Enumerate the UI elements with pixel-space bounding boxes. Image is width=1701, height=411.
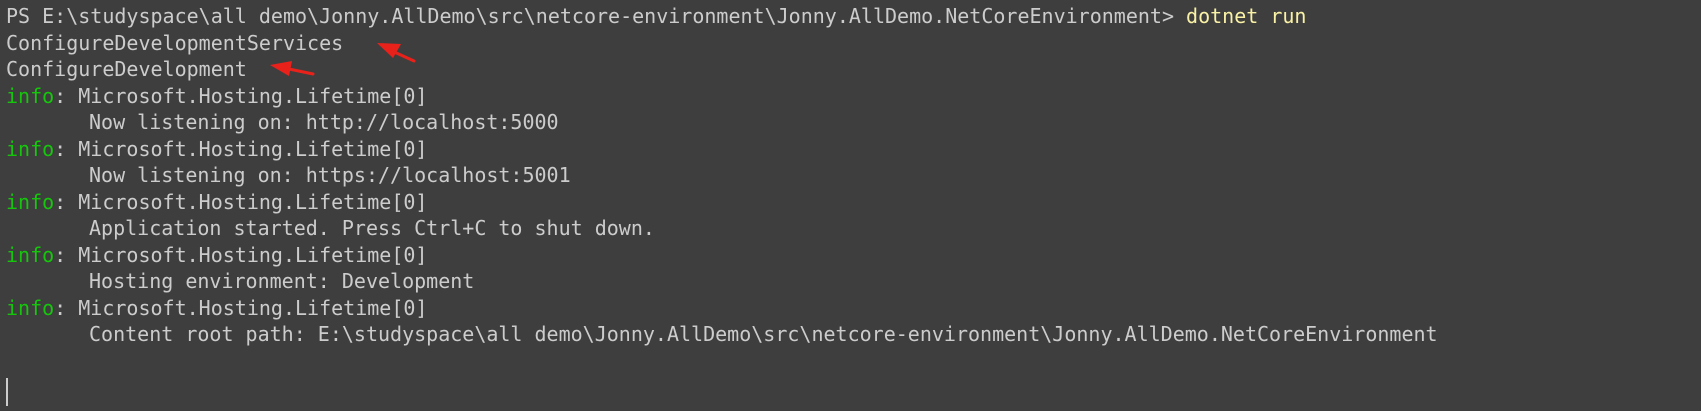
log-message: Now listening on: http://localhost:5000	[89, 110, 559, 134]
log-header: info: Microsoft.Hosting.Lifetime[0]	[6, 242, 427, 268]
log-header: info: Microsoft.Hosting.Lifetime[0]	[6, 83, 427, 109]
log-level: info	[6, 296, 55, 320]
log-level: info	[6, 137, 55, 161]
log-level: info	[6, 190, 55, 214]
log-message: Application started. Press Ctrl+C to shu…	[89, 216, 655, 240]
prompt-line: PS E:\studyspace\all demo\Jonny.AllDemo\…	[6, 3, 1306, 29]
log-header: info: Microsoft.Hosting.Lifetime[0]	[6, 295, 427, 321]
log-message: Hosting environment: Development	[89, 269, 475, 293]
terminal-window[interactable]: PS E:\studyspace\all demo\Jonny.AllDemo\…	[0, 0, 1701, 411]
output-line: ConfigureDevelopment	[6, 57, 247, 81]
arrow-icon	[270, 61, 315, 76]
prompt-path: PS E:\studyspace\all demo\Jonny.AllDemo\…	[6, 4, 1187, 28]
log-level: info	[6, 84, 55, 108]
command-text: dotnet run	[1186, 4, 1307, 28]
log-source: : Microsoft.Hosting.Lifetime[0]	[54, 296, 428, 320]
log-message: Now listening on: https://localhost:5001	[89, 163, 571, 187]
text-cursor	[6, 378, 8, 406]
arrow-icon	[377, 43, 416, 63]
log-message: Content root path: E:\studyspace\all dem…	[89, 322, 1438, 346]
log-header: info: Microsoft.Hosting.Lifetime[0]	[6, 136, 427, 162]
output-line: ConfigureDevelopmentServices	[6, 31, 344, 55]
log-source: : Microsoft.Hosting.Lifetime[0]	[54, 137, 428, 161]
log-source: : Microsoft.Hosting.Lifetime[0]	[54, 84, 428, 108]
log-level: info	[6, 243, 55, 267]
log-source: : Microsoft.Hosting.Lifetime[0]	[54, 243, 428, 267]
log-source: : Microsoft.Hosting.Lifetime[0]	[54, 190, 428, 214]
log-header: info: Microsoft.Hosting.Lifetime[0]	[6, 189, 427, 215]
